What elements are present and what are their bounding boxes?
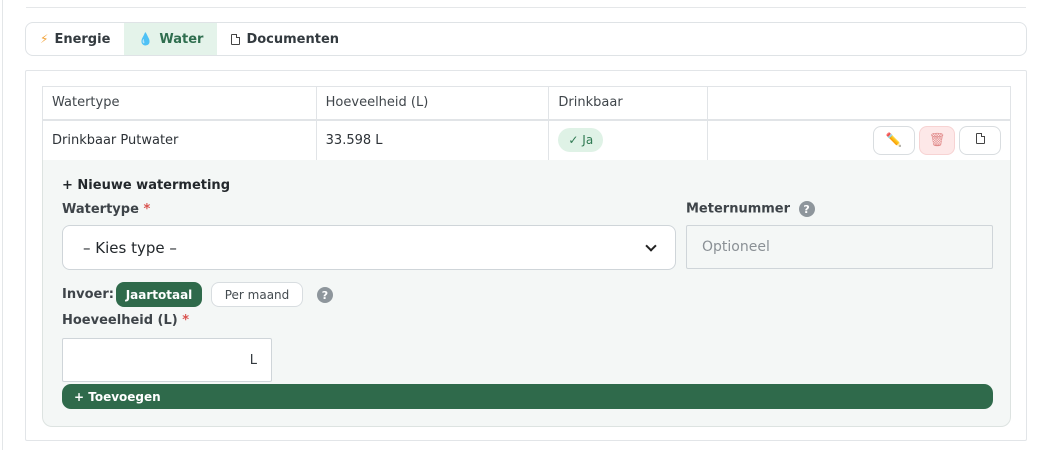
chevron-down-icon xyxy=(645,239,657,252)
unit-suffix: L xyxy=(249,352,257,368)
water-drop-icon: 💧 xyxy=(138,32,154,46)
tab-documenten[interactable]: Documenten xyxy=(217,23,353,55)
col-header-watertype: Watertype xyxy=(42,86,317,120)
tab-energie[interactable]: ⚡ Energie xyxy=(26,23,124,55)
trash-icon: 🗑 xyxy=(928,132,946,148)
required-mark: * xyxy=(182,313,190,328)
tab-bar: ⚡ Energie 💧 Water Documenten xyxy=(25,22,1027,56)
hoeveelheid-input[interactable]: L xyxy=(62,338,272,382)
invoer-option-jaartotaal[interactable]: Jaartotaal xyxy=(116,282,202,307)
cell-actions: ✏️ 🗑 xyxy=(707,119,1011,161)
document-icon xyxy=(975,132,985,148)
form-title: + Nieuwe watermeting xyxy=(62,178,230,193)
water-panel: Watertype Hoeveelheid (L) Drinkbaar Drin… xyxy=(25,70,1027,441)
meternummer-label: Meternummer ? xyxy=(686,201,815,217)
col-header-hoeveelheid: Hoeveelheid (L) xyxy=(315,86,550,120)
help-icon[interactable]: ? xyxy=(798,201,815,217)
tab-label: Energie xyxy=(54,31,111,47)
col-header-actions xyxy=(707,86,1011,120)
table-row: Drinkbaar Putwater 33.598 L ✓ Ja ✏️ 🗑 xyxy=(42,119,1011,161)
table-header-row: Watertype Hoeveelheid (L) Drinkbaar xyxy=(42,86,1011,120)
col-header-drinkbaar: Drinkbaar xyxy=(548,86,709,120)
water-table: Watertype Hoeveelheid (L) Drinkbaar Drin… xyxy=(42,86,1011,161)
cell-hoeveelheid: 33.598 L xyxy=(315,119,550,161)
page-left-border xyxy=(2,0,3,450)
pencil-icon: ✏️ xyxy=(885,132,903,148)
document-icon xyxy=(231,33,241,45)
invoer-label: Invoer: xyxy=(62,287,114,302)
invoer-option-per-maand[interactable]: Per maand xyxy=(211,282,303,307)
help-icon[interactable]: ? xyxy=(317,287,333,303)
add-button[interactable]: + Toevoegen xyxy=(62,384,993,409)
hoeveelheid-label: Hoeveelheid (L) * xyxy=(62,313,190,328)
top-divider xyxy=(26,7,1026,8)
cell-watertype: Drinkbaar Putwater xyxy=(42,119,317,161)
row-actions: ✏️ 🗑 xyxy=(717,125,1001,155)
drinkbaar-badge: ✓ Ja xyxy=(558,128,604,153)
cell-drinkbaar: ✓ Ja xyxy=(548,119,709,161)
tab-label: Documenten xyxy=(246,31,340,47)
watertype-label: Watertype * xyxy=(62,202,151,217)
new-measurement-form: + Nieuwe watermeting Watertype * Meternu… xyxy=(42,160,1011,427)
meternummer-input[interactable] xyxy=(686,225,993,269)
tab-water[interactable]: 💧 Water xyxy=(124,23,218,55)
delete-button[interactable]: 🗑 xyxy=(919,125,955,155)
edit-button[interactable]: ✏️ xyxy=(873,125,915,155)
required-mark: * xyxy=(143,202,151,217)
lightning-icon: ⚡ xyxy=(40,32,49,46)
select-value: – Kies type – xyxy=(83,238,177,257)
tab-label: Water xyxy=(159,31,204,47)
document-button[interactable] xyxy=(959,125,1001,155)
watertype-select[interactable]: – Kies type – xyxy=(62,225,676,270)
